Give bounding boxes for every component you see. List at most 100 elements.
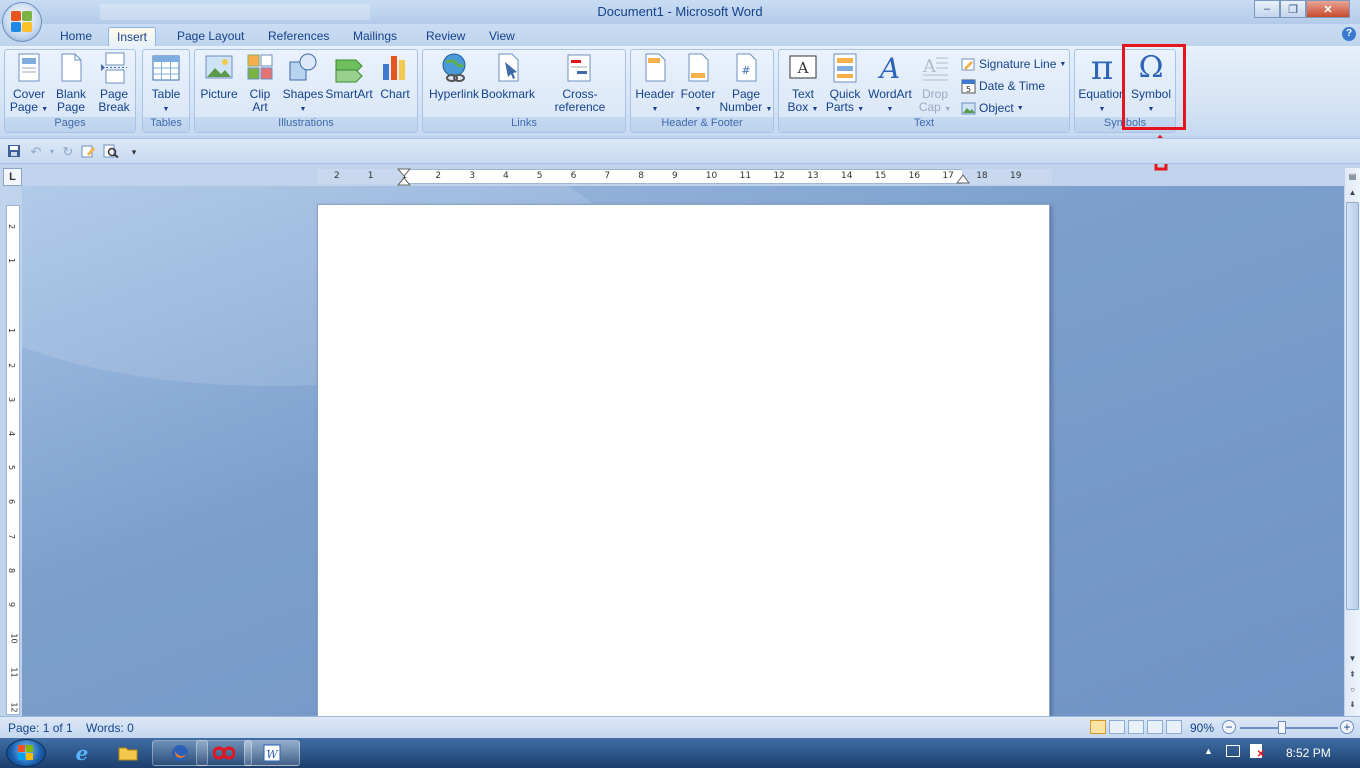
ruler-number: 11 xyxy=(739,171,752,181)
page-break-icon xyxy=(99,52,129,84)
signature-line-button[interactable]: Signature Line ▼ xyxy=(961,54,1066,74)
outline-view-icon[interactable] xyxy=(1147,720,1163,734)
minimize-button[interactable]: ‒ xyxy=(1254,0,1280,18)
page-number-button[interactable]: # Page Number ▼ xyxy=(719,52,773,116)
status-bar: Page: 1 of 1 Words: 0 90% − + xyxy=(0,716,1360,738)
undo-icon[interactable]: ↶ xyxy=(28,144,44,160)
date-time-button[interactable]: 5 Date & Time xyxy=(961,76,1045,96)
ruler-number: 18 xyxy=(976,171,988,181)
scroll-up-icon[interactable]: ▲ xyxy=(1346,186,1359,200)
cross-reference-button[interactable]: Cross-reference xyxy=(537,52,623,114)
ruler-number: 7 xyxy=(7,533,17,539)
group-label-illustrations: Illustrations xyxy=(195,117,417,132)
ruler-number: 5 xyxy=(536,171,543,181)
tab-references[interactable]: References xyxy=(268,27,329,47)
quick-parts-button[interactable]: Quick Parts ▼ xyxy=(825,52,865,116)
document-page[interactable] xyxy=(317,204,1050,724)
group-label-header-footer: Header & Footer xyxy=(631,117,773,132)
object-button[interactable]: Object ▼ xyxy=(961,98,1024,118)
tab-selector[interactable]: L xyxy=(3,168,22,186)
text-box-button[interactable]: A Text Box ▼ xyxy=(783,52,823,116)
undo-dropdown-icon[interactable]: ▾ xyxy=(44,144,60,160)
equation-button[interactable]: π Equation ▼ xyxy=(1077,51,1127,116)
help-icon[interactable]: ? xyxy=(1342,27,1356,41)
tab-review[interactable]: Review xyxy=(426,27,465,47)
wordart-button[interactable]: A WordArt ▼ xyxy=(867,52,913,116)
ruler-number: 12 xyxy=(773,171,785,181)
tab-insert[interactable]: Insert xyxy=(108,27,157,47)
next-page-icon[interactable]: ⇟ xyxy=(1346,698,1359,712)
tab-page-layout[interactable]: Page Layout xyxy=(177,27,244,47)
table-button[interactable]: Table ▼ xyxy=(146,52,186,116)
previous-page-icon[interactable]: ⇞ xyxy=(1346,668,1359,682)
show-hidden-icons-icon[interactable]: ▲ xyxy=(1204,746,1213,756)
indent-marker-icon[interactable] xyxy=(397,168,411,188)
taskbar-word[interactable]: W xyxy=(244,740,300,766)
tab-home[interactable]: Home xyxy=(60,27,92,47)
system-tray: ▲ ✕ 8:52 PM xyxy=(1180,738,1360,768)
edit-icon[interactable] xyxy=(80,144,96,160)
save-icon[interactable] xyxy=(6,144,22,160)
print-preview-icon[interactable] xyxy=(103,144,119,160)
blank-page-icon xyxy=(56,52,86,84)
redo-icon[interactable]: ↻ xyxy=(60,144,76,160)
taskbar-explorer[interactable] xyxy=(100,740,156,766)
windows-logo-icon xyxy=(18,745,33,760)
ruler-number: 7 xyxy=(604,171,611,181)
scroll-thumb[interactable] xyxy=(1346,202,1359,610)
zoom-in-icon[interactable]: + xyxy=(1340,720,1354,734)
header-button[interactable]: Header ▼ xyxy=(633,52,677,116)
zoom-slider[interactable] xyxy=(1240,727,1338,729)
vertical-scrollbar[interactable]: ▤ ▲ ▼ ⇞ ○ ⇟ xyxy=(1345,168,1360,716)
view-buttons xyxy=(1090,720,1182,734)
ruler-number: 15 xyxy=(874,171,887,181)
zoom-level[interactable]: 90% xyxy=(1190,721,1214,735)
blank-page-button[interactable]: Blank Page xyxy=(51,52,91,114)
ruler-toggle-icon[interactable]: ▤ xyxy=(1346,170,1359,184)
clock[interactable]: 8:52 PM xyxy=(1286,746,1331,760)
annotation-highlight-box xyxy=(1122,44,1186,130)
group-label-links: Links xyxy=(423,117,625,132)
ruler-number: 8 xyxy=(638,171,644,181)
text-box-icon: A xyxy=(788,52,818,84)
customize-toolbar-icon[interactable]: ▾ xyxy=(126,144,142,160)
network-icon[interactable] xyxy=(1226,745,1240,757)
ruler-number: 2 xyxy=(435,171,442,181)
clip-art-button[interactable]: Clip Art xyxy=(243,52,277,114)
print-layout-view-icon[interactable] xyxy=(1090,720,1106,734)
chart-button[interactable]: Chart xyxy=(375,52,415,101)
cover-page-button[interactable]: Cover Page ▼ xyxy=(7,52,51,116)
page-break-button[interactable]: Page Break xyxy=(93,52,135,114)
restore-button[interactable]: ❐ xyxy=(1280,0,1306,18)
app-icon xyxy=(213,746,235,760)
full-screen-view-icon[interactable] xyxy=(1109,720,1125,734)
zoom-slider-thumb[interactable] xyxy=(1278,721,1286,734)
browse-object-icon[interactable]: ○ xyxy=(1346,683,1359,697)
wordart-icon: A xyxy=(875,52,905,85)
shapes-button[interactable]: Shapes ▼ xyxy=(281,52,325,116)
draft-view-icon[interactable] xyxy=(1166,720,1182,734)
smartart-button[interactable]: SmartArt xyxy=(325,52,373,101)
right-indent-marker-icon[interactable] xyxy=(956,170,970,184)
drop-cap-button[interactable]: A Drop Cap ▼ xyxy=(915,52,955,116)
ruler-number: 1 xyxy=(7,258,17,264)
web-layout-view-icon[interactable] xyxy=(1128,720,1144,734)
group-pages: Cover Page ▼ Blank Page Page Break Pages xyxy=(4,49,136,133)
close-button[interactable]: ✕ xyxy=(1306,0,1350,18)
office-button[interactable] xyxy=(2,2,42,42)
word-count[interactable]: Words: 0 xyxy=(86,721,134,735)
start-button[interactable] xyxy=(6,739,46,767)
hyperlink-icon xyxy=(439,52,469,84)
footer-button[interactable]: Footer ▼ xyxy=(677,52,719,116)
action-center-icon[interactable]: ✕ xyxy=(1250,744,1265,760)
ruler-number: 6 xyxy=(7,499,17,505)
zoom-out-icon[interactable]: − xyxy=(1222,720,1236,734)
picture-button[interactable]: Picture xyxy=(199,52,239,101)
word-icon: W xyxy=(263,744,281,762)
tab-mailings[interactable]: Mailings xyxy=(353,27,397,47)
bookmark-button[interactable]: Bookmark xyxy=(481,52,535,101)
tab-view[interactable]: View xyxy=(489,27,515,47)
scroll-down-icon[interactable]: ▼ xyxy=(1346,652,1359,666)
hyperlink-button[interactable]: Hyperlink xyxy=(427,52,481,101)
page-count[interactable]: Page: 1 of 1 xyxy=(8,721,73,735)
